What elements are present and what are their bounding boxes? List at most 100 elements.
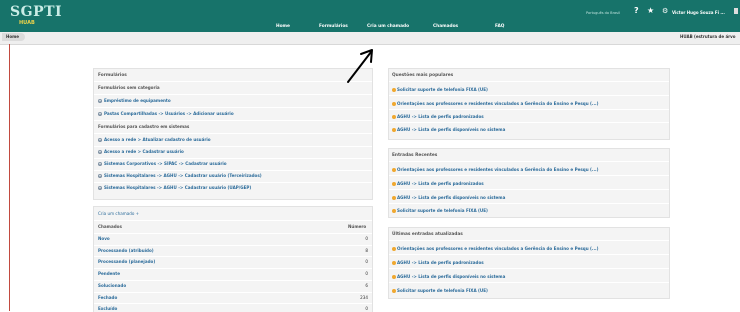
ticket-status-link[interactable]: Solucionado	[98, 283, 126, 288]
tickets-panel: Cria um chamado + Chamados Número Novo 0…	[93, 206, 373, 312]
divider	[94, 94, 372, 95]
ticket-status-link[interactable]: Novo	[98, 236, 110, 241]
faq-link[interactable]: Orientações aos professores e residentes…	[392, 167, 598, 172]
ticket-status-link[interactable]: Pendente	[98, 271, 120, 276]
gear-icon[interactable]: ⚙	[662, 7, 668, 15]
form-link[interactable]: + Sistemas Corporativos -> SIPAC -> Cadas…	[98, 161, 227, 166]
plus-icon: +	[98, 162, 102, 166]
form-link-label: Sistemas Corporativos -> SIPAC -> Cadast…	[104, 161, 227, 166]
faq-link-label: Orientações aos professores e residentes…	[397, 101, 599, 106]
ticket-status-link[interactable]: Fechado	[98, 295, 117, 300]
form-link-label: Sistemas Hospitalares -> AGHU -> Cadastr…	[104, 185, 252, 190]
ticket-count: 6	[365, 283, 368, 288]
divider	[389, 282, 669, 283]
form-link[interactable]: + Pastas Compartilhadas -> Usuários -> Ad…	[98, 111, 234, 116]
forms-panel-title[interactable]: Formulários	[98, 73, 127, 78]
faq-link[interactable]: AGHU -> Lista de perfis disponíveis no s…	[392, 127, 505, 132]
divider	[94, 120, 372, 121]
faq-link[interactable]: AGHU -> Lista de perfis padronizados	[392, 114, 484, 119]
divider	[389, 203, 669, 204]
question-icon	[392, 115, 396, 119]
nav-home[interactable]: Home	[276, 24, 290, 29]
language-selector[interactable]: Português do Brasil	[586, 11, 620, 15]
faq-link[interactable]: Orientações aos professores e residentes…	[392, 246, 598, 251]
divider	[94, 146, 372, 147]
divider	[94, 133, 372, 134]
faq-link-label: AGHU -> Lista de perfis disponíveis no s…	[397, 274, 506, 279]
ticket-count: 234	[360, 295, 368, 300]
faq-link-label: AGHU -> Lista de perfis padronizados	[397, 181, 484, 186]
question-icon	[392, 196, 396, 200]
question-icon	[392, 289, 396, 293]
divider	[389, 95, 669, 96]
divider	[389, 240, 669, 241]
divider	[389, 109, 669, 110]
faq-link[interactable]: AGHU -> Lista de perfis padronizados	[392, 181, 484, 186]
divider	[389, 81, 669, 82]
form-link[interactable]: + Sistemas Hospitalares -> AGHU -> Cadast…	[98, 173, 262, 178]
form-link[interactable]: + Acesso a rede > Atualizar cadastro de u…	[98, 137, 211, 142]
faq-link[interactable]: Solicitar suporte de telefonia FIXA (UE)	[392, 208, 488, 213]
ticket-count: 0	[365, 271, 368, 276]
ticket-status-link[interactable]: Excluído	[98, 306, 117, 311]
faq-link[interactable]: Solicitar suporte de telefonia FIXA (UE)	[392, 288, 488, 293]
faq-link-label: AGHU -> Lista de perfis disponíveis no s…	[397, 195, 506, 200]
divider	[94, 170, 372, 171]
create-ticket-link[interactable]: Cria um chamado +	[98, 211, 139, 216]
divider	[94, 303, 372, 304]
question-icon	[392, 209, 396, 213]
ticket-status-link[interactable]: Processando (atribuído)	[98, 248, 154, 253]
ticket-count: 0	[365, 259, 368, 264]
nav-tickets[interactable]: Chamados	[433, 24, 458, 29]
recent-entries-title: Entradas Recentes	[392, 153, 438, 158]
faq-link[interactable]: AGHU -> Lista de perfis padronizados	[392, 260, 484, 265]
form-link[interactable]: + Acesso a rede > Cadastrar usuário	[98, 149, 184, 154]
divider	[94, 292, 372, 293]
faq-link-label: AGHU -> Lista de perfis disponíveis no s…	[397, 127, 506, 132]
create-ticket-label: Cria um chamado	[98, 211, 135, 216]
help-icon[interactable]: ?	[634, 6, 639, 15]
app-logo[interactable]: SGPTI	[10, 4, 62, 20]
faq-link-label: Solicitar suporte de telefonia FIXA (UE)	[397, 87, 488, 92]
nav-forms[interactable]: Formulários	[319, 24, 348, 29]
app-subtitle: HUAB	[19, 20, 35, 26]
divider	[94, 158, 372, 159]
faq-link[interactable]: AGHU -> Lista de perfis disponíveis no s…	[392, 274, 505, 279]
top-bar: SGPTI HUAB Português do Brasil ? ★ ⚙ Vic…	[0, 0, 740, 32]
question-icon	[392, 275, 396, 279]
divider	[94, 220, 372, 221]
divider	[389, 161, 669, 162]
divider	[94, 268, 372, 269]
popular-questions-title: Questões mais populares	[392, 73, 454, 78]
faq-link-label: AGHU -> Lista de perfis padronizados	[397, 260, 484, 265]
plus-icon: +	[98, 186, 102, 190]
question-icon	[392, 168, 396, 172]
ticket-status-link[interactable]: Processando (planejado)	[98, 259, 155, 264]
question-icon	[392, 247, 396, 251]
divider	[389, 268, 669, 269]
faq-link[interactable]: AGHU -> Lista de perfis disponíveis no s…	[392, 195, 505, 200]
breadcrumb: Home	[0, 32, 740, 45]
faq-link-label: Orientações aos professores e residentes…	[397, 246, 599, 251]
menu-icon[interactable]	[734, 8, 738, 14]
faq-link[interactable]: Solicitar suporte de telefonia FIXA (UE)	[392, 87, 488, 92]
question-icon	[392, 128, 396, 132]
form-link[interactable]: + Empréstimo de equipamento	[98, 98, 171, 103]
plus-icon: +	[98, 174, 102, 178]
faq-link[interactable]: Orientações aos professores e residentes…	[392, 101, 598, 106]
faq-link-label: Solicitar suporte de telefonia FIXA (UE)	[397, 208, 488, 213]
star-icon[interactable]: ★	[647, 6, 654, 15]
nav-faq[interactable]: FAQ	[495, 24, 504, 29]
form-link[interactable]: + Sistemas Hospitalares -> AGHU -> Cadast…	[98, 185, 251, 190]
breadcrumb-home[interactable]: Home	[2, 33, 25, 41]
user-name[interactable]: Victor Hugo Souza Fi ...	[672, 10, 725, 15]
ticket-count: 0	[365, 236, 368, 241]
frame-border	[9, 44, 10, 311]
entity-selector[interactable]: HUAB (estrutura de árvo	[680, 34, 735, 39]
plus-icon: +	[98, 112, 102, 116]
forms-systems-label: Formulários para cadastro em sistemas	[98, 124, 190, 129]
divider	[94, 256, 372, 257]
divider	[389, 175, 669, 176]
nav-create-ticket[interactable]: Cria um chamado	[367, 24, 409, 29]
question-icon	[392, 102, 396, 106]
